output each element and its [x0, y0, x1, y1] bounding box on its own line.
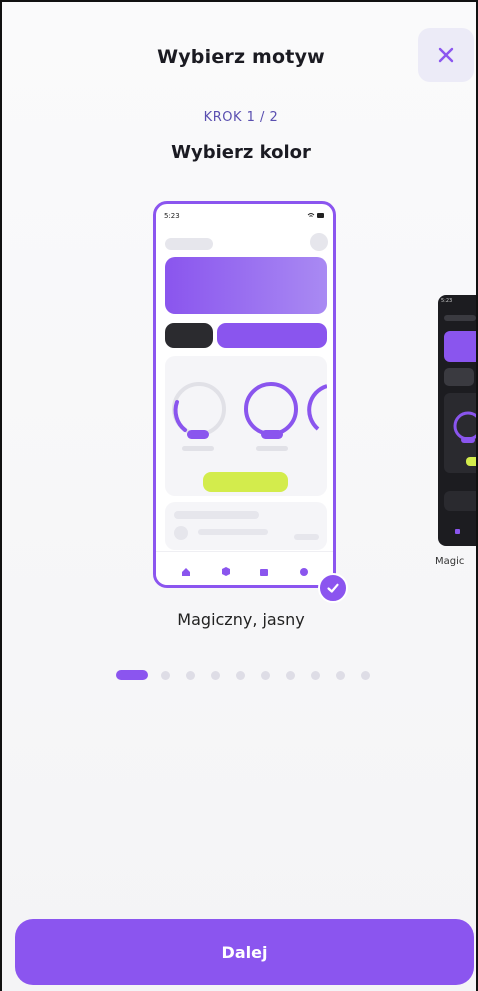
preview-nav-bar [156, 551, 333, 585]
preview-line [198, 529, 268, 535]
theme-name-label: Magic [435, 556, 465, 567]
page-dot[interactable] [236, 671, 245, 680]
preview-banner [444, 331, 476, 362]
theme-name-label: Magiczny, jasny [177, 610, 305, 629]
step-indicator: KROK 1 / 2 [203, 110, 279, 125]
preview-list-panel [444, 491, 476, 511]
page-dot[interactable] [336, 671, 345, 680]
page-dot[interactable] [286, 671, 295, 680]
preview-time: 5:23 [164, 212, 180, 220]
step-title: Wybierz kolor [171, 142, 311, 163]
preview-status-bar: 5:23 [164, 212, 325, 222]
theme-card-dark[interactable]: 5:23 [438, 295, 476, 546]
preview-banner [165, 257, 327, 314]
preview-line [444, 315, 476, 321]
preview-list-panel [165, 502, 327, 550]
theme-card-light[interactable]: 5:23 [153, 201, 336, 588]
selected-check-icon [318, 573, 348, 603]
page-dot[interactable] [261, 671, 270, 680]
preview-purple-tile [217, 323, 327, 348]
next-button[interactable]: Dalej [15, 919, 474, 985]
preview-line [294, 534, 319, 540]
close-icon [438, 47, 454, 63]
theme-picker-screen: Wybierz motyw KROK 1 / 2 Wybierz kolor 5… [0, 0, 478, 991]
page-dot[interactable] [361, 671, 370, 680]
preview-dot [174, 526, 188, 540]
page-dot[interactable] [311, 671, 320, 680]
preview-battery-icon [307, 212, 325, 221]
preview-dark-tile [165, 323, 213, 348]
preview-lime-button [203, 472, 288, 492]
page-dot-active[interactable] [116, 670, 148, 680]
page-dot[interactable] [186, 671, 195, 680]
preview-avatar [310, 233, 328, 251]
preview-home-icon [455, 529, 460, 534]
close-button[interactable] [418, 28, 474, 82]
page-dot[interactable] [211, 671, 220, 680]
page-title: Wybierz motyw [157, 46, 325, 68]
preview-line [174, 511, 259, 519]
preview-time: 5:23 [441, 298, 453, 304]
preview-tile [444, 368, 474, 386]
page-dot[interactable] [161, 671, 170, 680]
preview-gauge-panel [444, 393, 476, 473]
preview-header-pill [165, 238, 213, 250]
